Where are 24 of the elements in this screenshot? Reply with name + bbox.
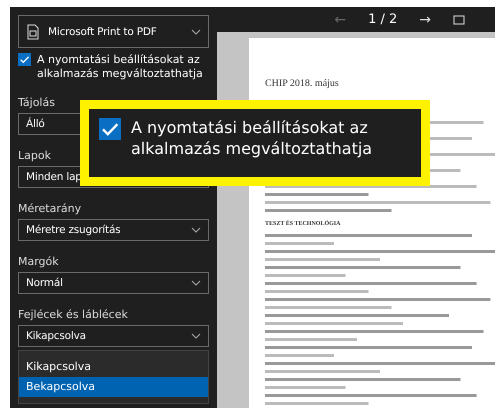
chevron-down-icon <box>191 28 201 34</box>
checkbox-label: A nyomtatási beállításokat az alkalmazás megváltoztathatja <box>37 53 204 82</box>
checkbox-label: A nyomtatási beállításokat az alkalmazás megváltoztathatja <box>131 118 374 160</box>
next-page-button[interactable]: → <box>419 12 431 28</box>
setting-select[interactable]: Kikapcsolva <box>18 324 209 347</box>
setting-select[interactable]: Méretre zsugorítás <box>18 218 209 241</box>
setting-select[interactable]: Normál <box>18 272 209 294</box>
setting-label: Margók <box>18 254 60 268</box>
fit-page-icon[interactable] <box>453 14 465 24</box>
checkbox[interactable] <box>99 118 121 140</box>
setting-label: Méretarány <box>18 202 82 215</box>
chevron-down-icon <box>191 280 201 286</box>
page-counter: 1 / 2 <box>368 12 398 27</box>
checkbox[interactable] <box>18 53 31 66</box>
page-header: CHIP 2018. május <box>265 78 340 89</box>
printer-select[interactable]: Microsoft Print to PDF <box>18 15 209 48</box>
chevron-down-icon <box>191 226 201 233</box>
setting-label: Tájolás <box>18 96 56 109</box>
setting-label: Fejlécek és láblécek <box>18 308 129 321</box>
chevron-down-icon <box>191 332 201 339</box>
setting-label: Lapok <box>18 148 52 162</box>
dropdown-option[interactable]: Bekapcsolva <box>19 376 208 397</box>
dropdown-option[interactable]: Kikapcsolva <box>19 356 208 377</box>
printer-icon <box>26 24 40 40</box>
